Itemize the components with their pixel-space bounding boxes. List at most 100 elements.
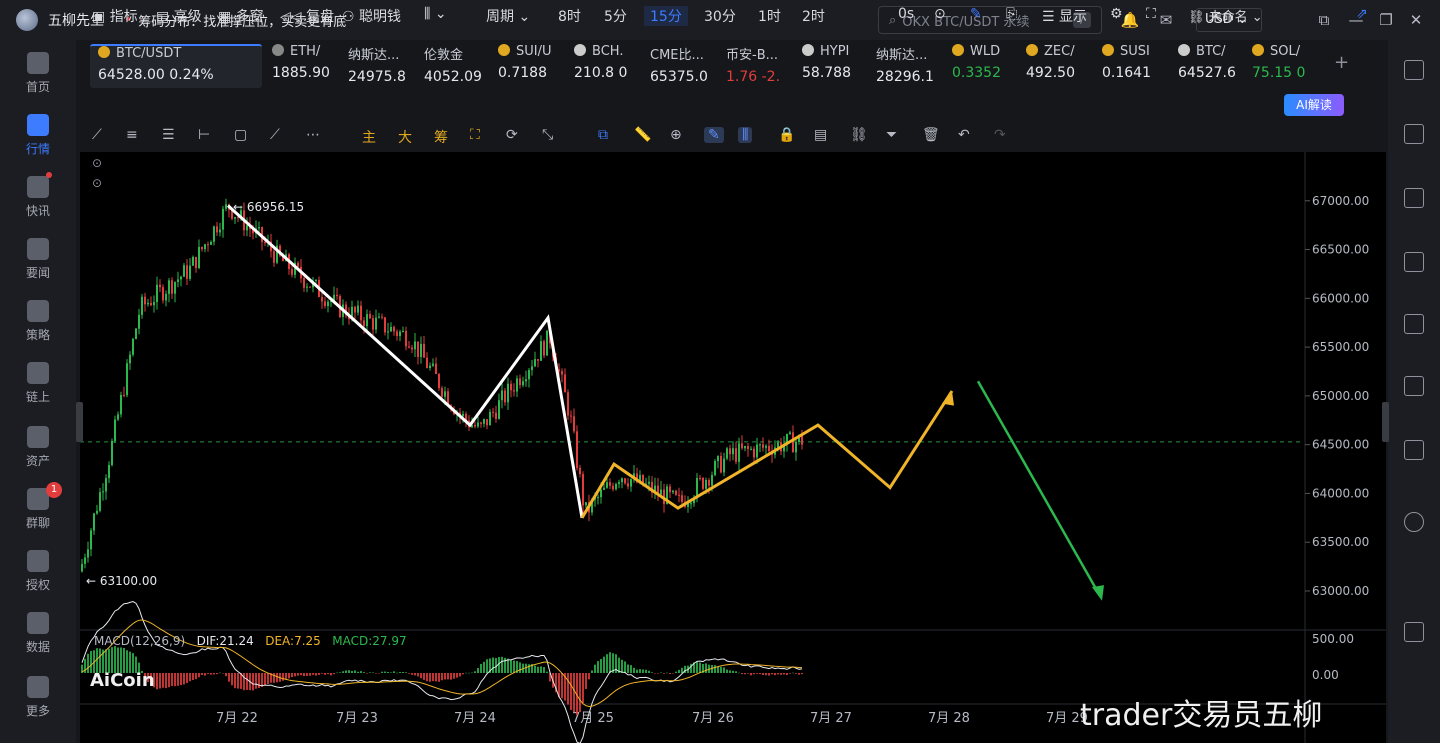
interval-1h[interactable]: 1时	[758, 6, 781, 26]
draw-mode-icon[interactable]: ✎	[704, 127, 724, 143]
smart-money-button[interactable]: ⚇ 聪明钱	[342, 6, 401, 26]
link-icon[interactable]: ⛓	[850, 127, 868, 143]
candle-type-button[interactable]: ⫼ ⌄	[424, 6, 447, 22]
maximize-icon[interactable]: ❐	[1376, 10, 1396, 30]
sidebar-item-market[interactable]: 行情	[0, 114, 76, 157]
sidebar-item-onchain[interactable]: 链上	[0, 362, 76, 405]
sync-icon[interactable]: ⤡	[542, 127, 553, 143]
ticker-tab[interactable]: SUI/U 0.7188	[498, 44, 558, 88]
main-chart-button[interactable]: 主	[362, 127, 376, 147]
dollar-icon[interactable]	[1404, 188, 1424, 208]
ticker-tab[interactable]: HYPI 58.788	[802, 44, 862, 88]
pencil-icon[interactable]: ✎	[970, 6, 982, 22]
list-icon[interactable]	[1404, 60, 1424, 80]
interval-5m[interactable]: 5分	[604, 6, 627, 26]
ticker-tab[interactable]: BTC/64527.6	[1178, 44, 1240, 88]
lock-icon[interactable]: 🔒	[778, 127, 795, 143]
replay-button[interactable]: ◁◁ 复盘	[280, 6, 334, 26]
ray-tool-icon[interactable]: ⊢	[198, 127, 210, 143]
more-tools-icon[interactable]: ⋯	[306, 127, 320, 143]
monitor-icon[interactable]	[1404, 314, 1424, 334]
ticker-tab[interactable]: WLD 0.3352	[952, 44, 1014, 88]
layout-name-dropdown[interactable]: ⛓ 未命名 ⌄	[1188, 6, 1263, 25]
layout-icon[interactable]	[1404, 622, 1424, 642]
multi-window-button[interactable]: ▦ 多窗	[218, 6, 264, 26]
candle-body	[414, 341, 416, 350]
camera-icon[interactable]: ⊙	[934, 6, 946, 22]
template-icon[interactable]: ▤	[814, 127, 827, 143]
big-order-button[interactable]: 大	[398, 127, 412, 147]
search-icon: ⌕	[889, 12, 897, 28]
filter-icon[interactable]: ⏷	[886, 127, 897, 143]
restore-window-icon[interactable]: ⧉	[1314, 10, 1334, 30]
sidebar-item-chat[interactable]: 1 群聊	[0, 482, 76, 531]
interval-15m[interactable]: 15分	[644, 6, 688, 26]
document-icon[interactable]	[1404, 124, 1424, 144]
ai-analysis-button[interactable]: AI解读	[1284, 94, 1344, 116]
zoom-icon[interactable]: ⊕	[670, 127, 682, 143]
ticker-tab[interactable]: BCH. 210.8 0	[574, 44, 634, 88]
ticker-tab[interactable]: SOL/75.15 0	[1252, 44, 1314, 88]
etf-icon[interactable]	[1404, 376, 1424, 396]
indicators-button[interactable]: ▣ 指标	[92, 6, 138, 26]
bell-icon[interactable]: 🔔	[1120, 10, 1140, 30]
ruler-icon[interactable]: 📏	[634, 127, 651, 143]
ticker-tab[interactable]: 伦敦金 4052.09	[424, 44, 486, 88]
line-tool-icon[interactable]: ⟋	[92, 127, 102, 143]
left-panel-handle[interactable]	[76, 402, 83, 442]
undo-icon[interactable]: ↶	[958, 127, 970, 143]
refresh-icon[interactable]: ⟳	[506, 127, 518, 143]
sidebar-item-data[interactable]: 数据	[0, 612, 76, 655]
ticker-tab[interactable]: 纳斯达... 28296.1	[876, 44, 938, 88]
sidebar-item-strategy[interactable]: 策略	[0, 300, 76, 343]
close-icon[interactable]: ✕	[1406, 10, 1426, 30]
copy-icon[interactable]: ⧉	[598, 127, 608, 143]
right-panel-handle[interactable]	[1382, 402, 1389, 442]
add-ticker-icon[interactable]: +	[1334, 52, 1349, 73]
rect-tool-icon[interactable]: ▢	[234, 127, 247, 143]
chips-button[interactable]: 筹	[434, 127, 448, 147]
display-button[interactable]: ☰ 显示	[1042, 6, 1087, 26]
chip-dist-icon[interactable]: ⛶	[470, 127, 480, 143]
ticker-tab[interactable]: ZEC/492.50	[1026, 44, 1088, 88]
trash-icon[interactable]: 🗑	[922, 127, 940, 143]
share-icon[interactable]: ⇗	[1356, 6, 1368, 22]
sidebar-item-assets[interactable]: 资产	[0, 426, 76, 469]
sidebar-item-home[interactable]: 首页	[0, 52, 76, 95]
user-avatar[interactable]	[16, 9, 38, 31]
exchange-icon[interactable]	[1404, 512, 1424, 532]
settings-icon[interactable]: ⚙	[1110, 6, 1123, 22]
ticker-tab[interactable]: SUSI 0.1641	[1102, 44, 1164, 88]
sidebar-item-news-flash[interactable]: 快讯	[0, 172, 76, 219]
sidebar-item-authorize[interactable]: 授权	[0, 550, 76, 593]
ticker-tab[interactable]: 币安-B... 1.76 -2.	[726, 44, 786, 88]
ticker-tab[interactable]: CME比... 65375.0	[650, 44, 712, 88]
sidebar-item-headlines[interactable]: 要闻	[0, 238, 76, 281]
magnet-icon[interactable]: ⫼	[738, 127, 753, 143]
price-chart-svg[interactable]: 67000.00 66500.00 66000.00 65500.00 65000.00…	[80, 152, 1386, 743]
period-dropdown[interactable]: 周期 ⌄	[486, 6, 530, 26]
seconds-label[interactable]: 0s	[898, 6, 914, 22]
advanced-button[interactable]: ▤ 高级	[156, 6, 202, 26]
interval-30m[interactable]: 30分	[704, 6, 736, 26]
sidebar-item-more[interactable]: 更多	[0, 676, 76, 719]
trend-icon[interactable]	[1404, 252, 1424, 272]
ticker-tab[interactable]: BTC/USDT 64528.00 0.24%	[90, 44, 262, 88]
ticker-tab[interactable]: 纳斯达... 24975.8	[348, 44, 410, 88]
fullscreen-icon[interactable]: ⛶	[1146, 6, 1156, 22]
parallel-tool-icon[interactable]: ≡	[126, 127, 138, 143]
ticker-tab[interactable]: ETH/1885.90	[272, 44, 332, 88]
candle-body	[705, 480, 707, 489]
interval-8h[interactable]: 8时	[558, 6, 581, 26]
expand-chevron-icon[interactable]: ⊙	[92, 176, 102, 190]
redo-icon[interactable]: ↷	[994, 127, 1006, 143]
chart-canvas[interactable]: 67000.00 66500.00 66000.00 65500.00 65000.00…	[80, 152, 1386, 743]
hline-tool-icon[interactable]: ☰	[162, 127, 175, 143]
robot-icon[interactable]	[1404, 440, 1424, 460]
candle-body	[129, 354, 131, 364]
interval-2h[interactable]: 2时	[802, 6, 825, 26]
brush-tool-icon[interactable]: ⟋	[270, 127, 280, 143]
mail-icon[interactable]: ✉	[1156, 10, 1176, 30]
collapse-chevron-icon[interactable]: ⊙	[92, 156, 102, 170]
export-icon[interactable]: ⎘	[1006, 6, 1017, 22]
